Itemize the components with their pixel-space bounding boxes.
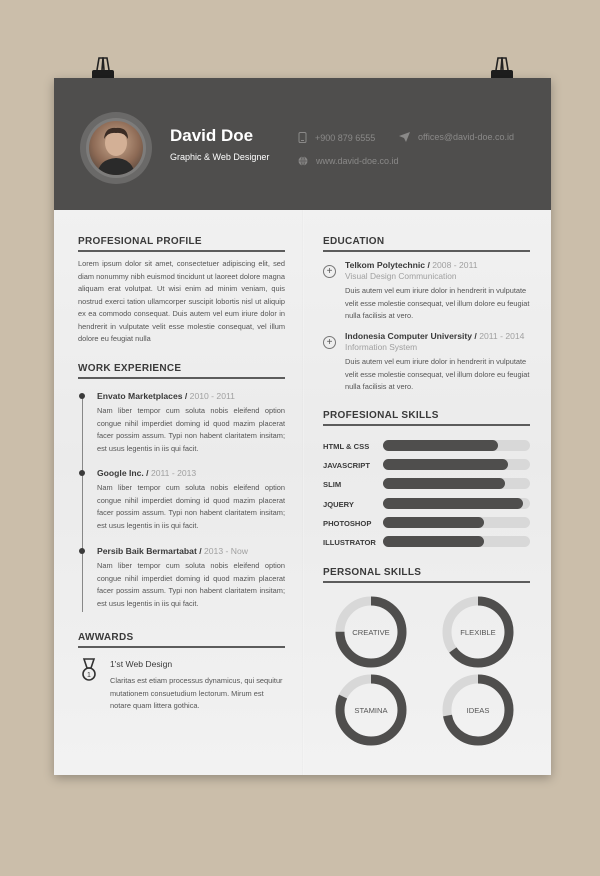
- profile-text: Lorem ipsum dolor sit amet, consectetuer…: [78, 259, 285, 343]
- skill-bar-fill: [383, 459, 508, 470]
- personal-skill-label: CREATIVE: [352, 628, 390, 637]
- education-item-title: Telkom Polytechnic / 2008 - 2011: [345, 260, 478, 270]
- skill-label: JQUERY: [323, 500, 354, 509]
- education-heading: EDUCATION: [323, 236, 385, 247]
- profile-photo: [89, 121, 143, 175]
- skill-label: ILLUSTRATOR: [323, 538, 376, 547]
- person-name: David Doe: [170, 126, 254, 145]
- section-divider: [323, 424, 530, 426]
- section-divider: [78, 250, 285, 252]
- skill-bar-fill: [383, 536, 485, 547]
- avatar: [80, 112, 152, 184]
- section-divider: [78, 646, 285, 648]
- award-text: Claritas est etiam processus dynamicus, …: [110, 676, 283, 710]
- work-item-text: Nam liber tempor cum soluta nobis eleife…: [97, 483, 285, 530]
- skill-label: JAVASCRIPT: [323, 461, 370, 470]
- education-item-field: Visual Design Communication: [345, 271, 457, 281]
- skill-bar-fill: [383, 498, 523, 509]
- education-item-text: Duis autem vel eum iriure dolor in hendr…: [345, 357, 530, 391]
- personal-heading: PERSONAL SKILLS: [323, 567, 422, 578]
- education-item-title: Indonesia Computer University / 2011 - 2…: [345, 331, 525, 341]
- work-item-text: Nam liber tempor cum soluta nobis eleife…: [97, 561, 285, 608]
- skills-heading: PROFESIONAL SKILLS: [323, 410, 439, 421]
- award-title: 1'st Web Design: [110, 659, 173, 669]
- work-item-title: Envato Marketplaces / 2010 - 2011: [97, 391, 235, 401]
- awards-heading: AWWARDS: [78, 632, 134, 643]
- svg-text:1: 1: [87, 672, 91, 679]
- work-item-text: Nam liber tempor cum soluta nobis eleife…: [97, 406, 285, 453]
- plus-icon: +: [323, 265, 336, 278]
- education-item-text: Duis autem vel eum iriure dolor in hendr…: [345, 286, 530, 320]
- contact-email: offices@david-doe.co.id: [399, 132, 514, 142]
- skill-bar-fill: [383, 478, 505, 489]
- skill-bar-track: [383, 517, 530, 528]
- personal-skill-label: STAMINA: [354, 706, 388, 715]
- profile-heading: PROFESIONAL PROFILE: [78, 236, 202, 247]
- skill-bar-fill: [383, 517, 485, 528]
- job-title: Graphic & Web Designer: [170, 152, 270, 162]
- skill-label: PHOTOSHOP: [323, 519, 372, 528]
- timeline-dot: [79, 470, 85, 476]
- work-heading: WORK EXPERIENCE: [78, 363, 182, 374]
- section-divider: [78, 377, 285, 379]
- timeline-dot: [79, 393, 85, 399]
- skill-label: HTML & CSS: [323, 442, 370, 451]
- skill-bar-track: [383, 478, 530, 489]
- section-divider: [323, 581, 530, 583]
- website-url[interactable]: www.david-doe.co.id: [316, 156, 399, 166]
- resume-header: David Doe Graphic & Web Designer +900 87…: [54, 78, 551, 210]
- globe-icon: [298, 156, 308, 166]
- work-item-title: Persib Baik Bermartabat / 2013 - Now: [97, 546, 248, 556]
- skill-label: SLIM: [323, 480, 342, 489]
- timeline-dot: [79, 548, 85, 554]
- work-item-title: Google Inc. / 2011 - 2013: [97, 468, 197, 478]
- contact-phone: +900 879 6555: [298, 132, 375, 143]
- email-address[interactable]: offices@david-doe.co.id: [418, 132, 514, 142]
- paper-plane-icon: [399, 132, 410, 142]
- timeline-line: [82, 398, 83, 612]
- contact-website: www.david-doe.co.id: [298, 156, 399, 166]
- resume-paper: David Doe Graphic & Web Designer +900 87…: [54, 78, 551, 775]
- skill-bar-track: [383, 536, 530, 547]
- skill-bar-track: [383, 459, 530, 470]
- personal-skill-label: FLEXIBLE: [460, 628, 496, 637]
- plus-icon: +: [323, 336, 336, 349]
- phone-number[interactable]: +900 879 6555: [315, 133, 375, 143]
- paper-fold: [302, 210, 304, 775]
- skill-bar-fill: [383, 440, 498, 451]
- skill-bar-track: [383, 440, 530, 451]
- section-divider: [323, 250, 530, 252]
- personal-skill-label: IDEAS: [466, 706, 490, 715]
- skill-bar-track: [383, 498, 530, 509]
- education-item-field: Information System: [345, 342, 418, 352]
- medal-icon: 1: [82, 658, 96, 681]
- phone-icon: [298, 132, 307, 143]
